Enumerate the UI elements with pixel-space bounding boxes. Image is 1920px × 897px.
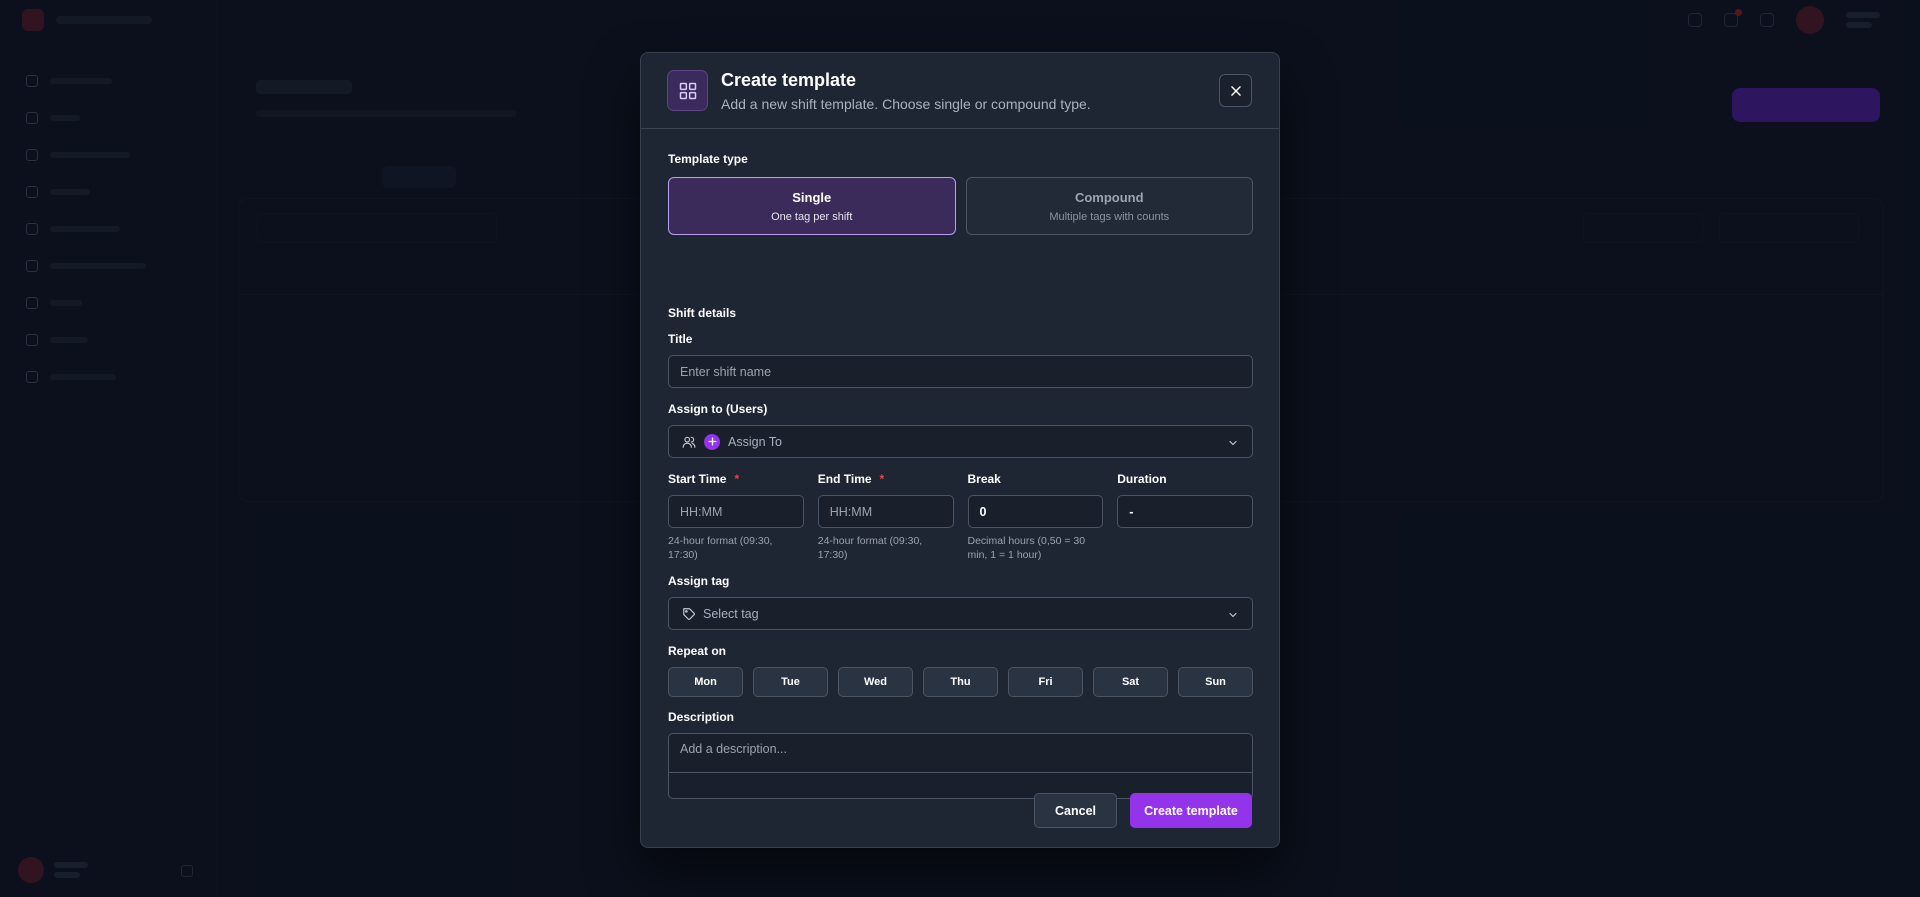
title-input[interactable]	[668, 355, 1253, 388]
title-label: Title	[668, 332, 693, 346]
break-field: Break Decimal hours (0,50 = 30 min, 1 = …	[967, 472, 1104, 562]
day-toggle-mon[interactable]: Mon	[668, 667, 743, 697]
end-time-input[interactable]	[817, 495, 954, 528]
duration-label: Duration	[1117, 472, 1167, 486]
title-field: Title	[668, 332, 1253, 388]
start-time-field: Start Time * 24-hour format (09:30, 17:30…	[668, 472, 804, 562]
users-icon	[682, 436, 696, 448]
cancel-button[interactable]: Cancel	[1034, 793, 1117, 828]
create-template-button[interactable]: Create template	[1130, 793, 1252, 828]
assign-users-field: Assign to (Users) Assign To	[668, 402, 1253, 458]
template-type-single[interactable]: Single One tag per shift	[668, 177, 956, 235]
dialog-subtitle: Add a new shift template. Choose single …	[721, 95, 1091, 112]
day-toggle-thu[interactable]: Thu	[923, 667, 998, 697]
duration-field: Duration	[1117, 472, 1253, 562]
layout-grid-icon	[667, 70, 708, 111]
tag-icon	[683, 607, 695, 620]
day-toggle-tue[interactable]: Tue	[753, 667, 828, 697]
start-time-hint: 24-hour format (09:30, 17:30)	[668, 535, 773, 561]
type-description: One tag per shift	[771, 210, 853, 223]
end-time-label: End Time	[817, 472, 872, 486]
day-toggle-sun[interactable]: Sun	[1178, 667, 1253, 697]
create-template-dialog: Create template Add a new shift template…	[640, 52, 1280, 848]
description-field: Description	[668, 710, 1253, 804]
type-name: Compound	[1074, 189, 1144, 205]
close-icon	[1230, 85, 1241, 96]
assign-tag-label: Assign tag	[668, 574, 730, 588]
template-type-label: Template type	[668, 152, 748, 166]
break-input[interactable]	[967, 495, 1104, 528]
end-time-field: End Time * 24-hour format (09:30, 17:30)	[817, 472, 954, 562]
plus-icon	[704, 433, 720, 450]
chevron-down-icon	[1229, 612, 1237, 618]
footer-divider	[668, 772, 1253, 773]
assign-users-placeholder: Assign To	[728, 434, 782, 449]
required-marker: *	[879, 472, 885, 486]
dialog-title: Create template	[721, 69, 857, 90]
close-button[interactable]	[1219, 74, 1252, 107]
template-type-group: Template type Single One tag per shift C…	[668, 152, 1253, 235]
repeat-on-field: Repeat on Mon Tue Wed Thu Fri Sat Sun	[668, 644, 1253, 697]
chevron-down-icon	[1229, 440, 1237, 446]
day-toggle-fri[interactable]: Fri	[1008, 667, 1083, 697]
assign-tag-select[interactable]: Select tag	[668, 597, 1253, 630]
duration-display	[1117, 495, 1253, 528]
assign-tag-placeholder: Select tag	[703, 606, 759, 621]
break-hint: Decimal hours (0,50 = 30 min, 1 = 1 hour…	[967, 535, 1086, 561]
description-label: Description	[668, 710, 735, 724]
assign-tag-field: Assign tag Select tag	[668, 574, 1253, 630]
break-label: Break	[967, 472, 1001, 486]
shift-details-heading: Shift details	[668, 306, 737, 320]
required-marker: *	[734, 472, 740, 486]
type-name: Single	[792, 189, 832, 205]
start-time-input[interactable]	[668, 495, 804, 528]
assign-users-label: Assign to (Users)	[668, 402, 768, 416]
assign-users-select[interactable]: Assign To	[668, 425, 1253, 458]
day-toggle-wed[interactable]: Wed	[838, 667, 913, 697]
template-type-compound[interactable]: Compound Multiple tags with counts	[965, 177, 1253, 235]
day-selector: Mon Tue Wed Thu Fri Sat Sun	[668, 667, 1253, 697]
day-toggle-sat[interactable]: Sat	[1093, 667, 1168, 697]
time-fields-row: Start Time * 24-hour format (09:30, 17:30…	[668, 472, 1253, 562]
description-textarea[interactable]	[668, 733, 1253, 799]
end-time-hint: 24-hour format (09:30, 17:30)	[817, 535, 923, 561]
dialog-header: Create template Add a new shift template…	[641, 53, 1279, 129]
type-description: Multiple tags with counts	[1049, 210, 1170, 223]
dialog-footer: Cancel Create template	[1034, 793, 1252, 828]
repeat-on-label: Repeat on	[668, 644, 727, 658]
start-time-label: Start Time	[668, 472, 727, 486]
